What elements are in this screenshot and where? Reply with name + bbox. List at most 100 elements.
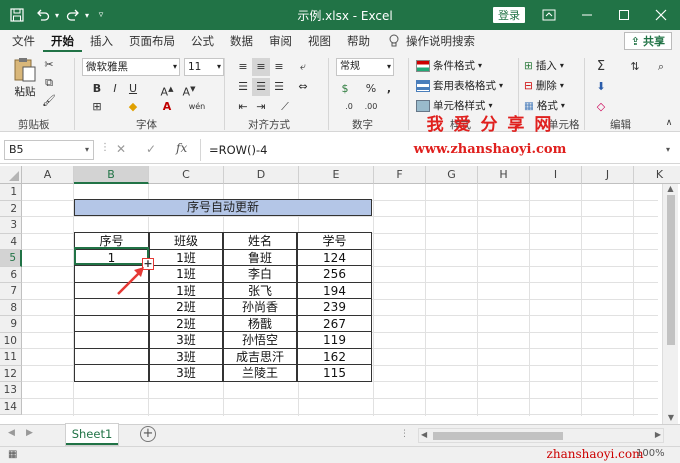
scroll-left-icon[interactable]: ◀ bbox=[421, 430, 427, 439]
orientation-icon[interactable]: ⟋ bbox=[276, 98, 294, 116]
table-cell[interactable]: 1班 bbox=[149, 265, 223, 283]
table-cell[interactable]: 239 bbox=[297, 298, 372, 316]
merge-center-icon[interactable]: ⇔ bbox=[294, 78, 312, 96]
decrease-indent-icon[interactable]: ⇤ bbox=[234, 98, 252, 116]
align-center-icon[interactable]: ☰ bbox=[252, 78, 270, 96]
scroll-up-icon[interactable]: ▲ bbox=[663, 184, 678, 193]
insert-cells-button[interactable]: ⊞ 插入 ▾ bbox=[524, 58, 564, 73]
redo-icon[interactable] bbox=[64, 0, 82, 30]
table-header-cell[interactable]: 学号 bbox=[297, 232, 372, 250]
table-cell[interactable]: 鲁班 bbox=[223, 248, 297, 266]
table-cell[interactable]: 3班 bbox=[149, 331, 223, 349]
font-grow-icon[interactable]: A▲ bbox=[158, 80, 176, 99]
table-header-cell[interactable]: 序号 bbox=[74, 232, 149, 250]
save-icon[interactable] bbox=[6, 0, 28, 30]
autosum-icon[interactable]: Σ bbox=[592, 58, 610, 76]
table-cell[interactable]: 杨戬 bbox=[223, 314, 297, 332]
undo-dropdown-icon[interactable]: ▾ bbox=[52, 0, 62, 30]
find-select-icon[interactable]: ⌕ bbox=[652, 58, 670, 76]
vertical-scrollbar[interactable]: ▲ ▼ bbox=[662, 184, 678, 424]
horizontal-scrollbar[interactable]: ◀ ▶ bbox=[418, 428, 664, 443]
column-header-e[interactable]: E bbox=[299, 166, 374, 184]
font-color-icon[interactable]: A bbox=[158, 98, 176, 116]
minimize-icon[interactable] bbox=[574, 0, 600, 30]
table-cell[interactable]: 267 bbox=[297, 314, 372, 332]
row-header-4[interactable]: 4 bbox=[0, 233, 22, 250]
row-header-5[interactable]: 5 bbox=[0, 250, 22, 267]
tab-data[interactable]: 数据 bbox=[222, 30, 261, 52]
name-box[interactable]: B5 ▾ bbox=[4, 140, 94, 160]
row-header-3[interactable]: 3 bbox=[0, 217, 22, 234]
add-sheet-icon[interactable]: + bbox=[140, 426, 156, 442]
expand-formula-bar-icon[interactable]: ▾ bbox=[666, 139, 670, 161]
align-middle-icon[interactable]: ≡ bbox=[252, 58, 270, 76]
worksheet-grid[interactable]: ABCDEFGHIJK 1 2 3 4 5 6 7 8 9 10 11 12 13 14 序号自动更新 序… bbox=[0, 166, 680, 424]
table-cell[interactable]: 3班 bbox=[149, 347, 223, 365]
paste-button[interactable]: 粘贴 bbox=[10, 56, 40, 99]
table-cell[interactable]: 兰陵王 bbox=[223, 364, 297, 382]
currency-icon[interactable]: $ bbox=[336, 80, 354, 98]
table-cell[interactable]: 张飞 bbox=[223, 281, 297, 299]
table-header-cell[interactable]: 姓名 bbox=[223, 232, 297, 250]
table-cell[interactable]: 194 bbox=[297, 281, 372, 299]
font-name-select[interactable]: 微软雅黑 ▾ bbox=[82, 58, 180, 76]
column-header-a[interactable]: A bbox=[22, 166, 74, 184]
table-cell[interactable]: 孙悟空 bbox=[223, 331, 297, 349]
row-header-2[interactable]: 2 bbox=[0, 200, 22, 217]
underline-icon[interactable]: U bbox=[124, 80, 142, 98]
zoom-level[interactable]: 100% bbox=[636, 448, 665, 459]
row-header-14[interactable]: 14 bbox=[0, 398, 22, 415]
tell-me-search[interactable]: 操作说明搜索 bbox=[378, 30, 483, 52]
table-cell[interactable] bbox=[74, 364, 149, 382]
align-right-icon[interactable]: ☰ bbox=[270, 78, 288, 96]
table-cell[interactable]: 1班 bbox=[149, 281, 223, 299]
conditional-format-button[interactable]: 条件格式 ▾ bbox=[416, 58, 482, 73]
increase-indent-icon[interactable]: ⇥ bbox=[252, 98, 270, 116]
insert-function-icon[interactable]: fx bbox=[176, 141, 187, 155]
collapse-ribbon-icon[interactable]: ∧ bbox=[660, 114, 678, 132]
table-cell[interactable]: 124 bbox=[297, 248, 372, 266]
horizontal-scroll-thumb[interactable] bbox=[433, 432, 563, 440]
font-size-select[interactable]: 11 ▾ bbox=[184, 58, 224, 76]
sheet-tab-sheet1[interactable]: Sheet1 bbox=[66, 424, 118, 445]
tab-formulas[interactable]: 公式 bbox=[183, 30, 222, 52]
scroll-tabs-right-icon[interactable]: ▶ bbox=[26, 428, 33, 438]
format-painter-icon[interactable]: 🖌 bbox=[40, 92, 58, 110]
fill-icon[interactable]: ⬇ bbox=[592, 78, 610, 96]
table-cell[interactable]: 162 bbox=[297, 347, 372, 365]
row-header-7[interactable]: 7 bbox=[0, 283, 22, 300]
table-cell[interactable] bbox=[74, 298, 149, 316]
scroll-down-icon[interactable]: ▼ bbox=[663, 413, 679, 422]
ribbon-display-icon[interactable] bbox=[536, 0, 562, 30]
column-header-h[interactable]: H bbox=[478, 166, 530, 184]
table-header-cell[interactable]: 班级 bbox=[149, 232, 223, 250]
table-cell[interactable]: 3班 bbox=[149, 364, 223, 382]
column-header-d[interactable]: D bbox=[224, 166, 299, 184]
row-header-10[interactable]: 10 bbox=[0, 332, 22, 349]
align-top-icon[interactable]: ≡ bbox=[234, 58, 252, 76]
undo-icon[interactable] bbox=[34, 0, 52, 30]
scroll-tabs-left-icon[interactable]: ◀ bbox=[8, 428, 15, 438]
font-shrink-icon[interactable]: A▼ bbox=[180, 80, 198, 99]
table-cell[interactable]: 成吉思汗 bbox=[223, 347, 297, 365]
increase-decimal-icon[interactable]: .0 bbox=[340, 98, 358, 116]
table-cell[interactable]: 256 bbox=[297, 265, 372, 283]
cancel-icon[interactable]: ✕ bbox=[116, 142, 126, 156]
column-header-k[interactable]: K bbox=[634, 166, 680, 184]
align-left-icon[interactable]: ☰ bbox=[234, 78, 252, 96]
row-header-13[interactable]: 13 bbox=[0, 382, 22, 399]
select-all-corner[interactable] bbox=[0, 166, 22, 184]
borders-icon[interactable]: ⊞ bbox=[88, 98, 106, 116]
phonetic-icon[interactable]: wén bbox=[188, 98, 206, 116]
table-cell[interactable] bbox=[74, 314, 149, 332]
row-header-1[interactable]: 1 bbox=[0, 184, 22, 201]
cut-icon[interactable]: ✂ bbox=[40, 56, 58, 74]
row-header-6[interactable]: 6 bbox=[0, 266, 22, 283]
clear-icon[interactable]: ◇ bbox=[592, 98, 610, 116]
table-cell[interactable]: 2班 bbox=[149, 298, 223, 316]
row-header-8[interactable]: 8 bbox=[0, 299, 22, 316]
enter-icon[interactable]: ✓ bbox=[146, 142, 156, 156]
redo-dropdown-icon[interactable]: ▾ bbox=[82, 0, 92, 30]
column-header-i[interactable]: I bbox=[530, 166, 582, 184]
decrease-decimal-icon[interactable]: .00 bbox=[362, 98, 380, 116]
